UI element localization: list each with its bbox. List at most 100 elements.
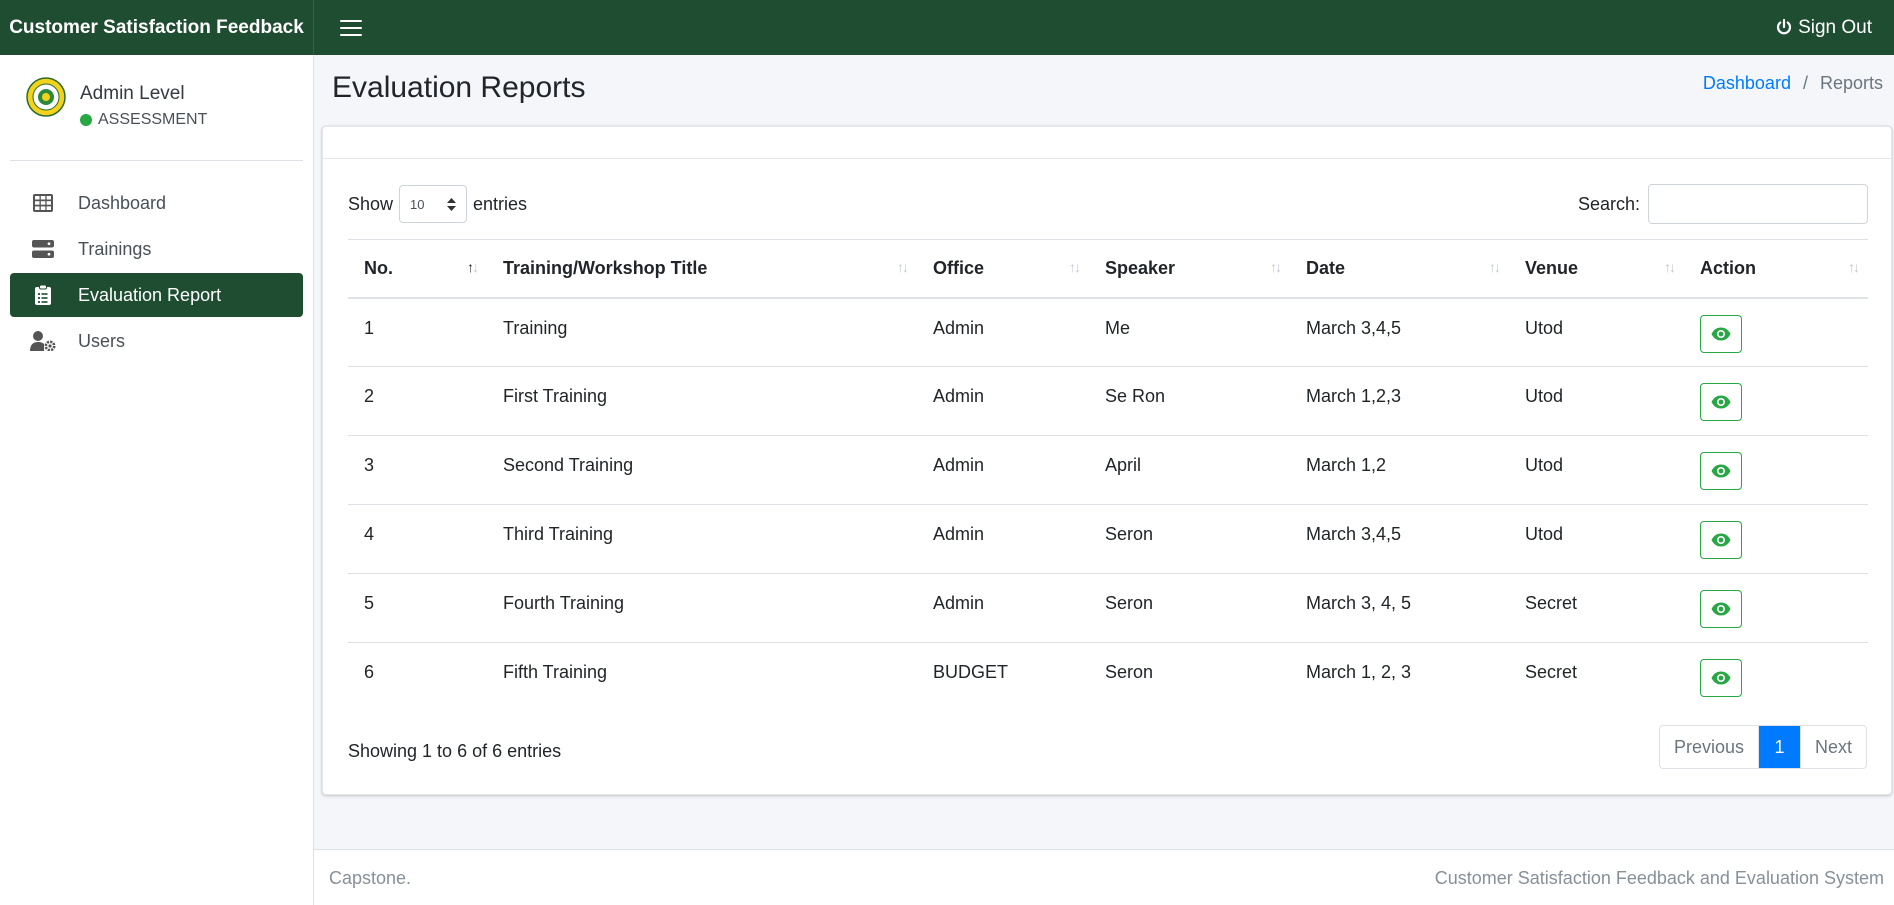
view-report-button[interactable] <box>1700 314 1742 353</box>
pagination-next[interactable]: Next <box>1801 726 1866 768</box>
user-gear-icon <box>30 328 56 354</box>
table-icon <box>30 190 56 216</box>
pagination-previous[interactable]: Previous <box>1660 726 1759 768</box>
organization-logo <box>26 77 66 117</box>
column-header-office[interactable]: Office ↑↓ <box>917 239 1089 299</box>
table-cell: BUDGET <box>933 662 1009 682</box>
table-row: 1 Training Admin Me March 3,4,5 Utod <box>348 297 1868 367</box>
table-cell: March 3,4,5 <box>1290 504 1509 574</box>
sidebar: Admin Level ASSESSMENT Dashboard Trainin… <box>0 55 314 905</box>
view-report-button[interactable] <box>1700 452 1742 490</box>
top-navbar: Customer Satisfaction Feedback Sign Out <box>0 0 1894 55</box>
table-row: 5 Fourth Training Admin Seron March 3, 4, 5S… <box>348 573 1868 643</box>
column-header-speaker[interactable]: Speaker ↑↓ <box>1089 239 1290 299</box>
sort-icon: ↑↓ <box>1069 259 1081 275</box>
action-cell <box>1684 366 1868 436</box>
eye-icon <box>1711 327 1731 340</box>
sort-icon: ↑↓ <box>897 259 909 275</box>
entries-label: entries <box>473 193 528 214</box>
table-cell: 2 <box>348 366 487 436</box>
action-cell <box>1684 297 1868 367</box>
menu-toggle-icon[interactable] <box>340 19 362 36</box>
table-cell: Fourth Training <box>487 573 917 643</box>
sort-icon: ↑↓ <box>1664 259 1676 275</box>
table-info: Showing 1 to 6 of 6 entries <box>348 741 562 761</box>
sign-out-label: Sign Out <box>1798 16 1872 38</box>
sidebar-item-dashboard[interactable]: Dashboard <box>10 181 303 225</box>
table-body: 1 Training Admin Me March 3,4,5 Utod 2 First Tr… <box>348 297 1868 712</box>
entries-length-control: Show 10 entries <box>348 184 527 224</box>
reports-table: No. ↑↓ Training/Workshop Title ↑↓ Office ↑↓… <box>348 239 1868 712</box>
page-title: Evaluation Reports <box>332 71 586 104</box>
column-header-action[interactable]: Action ↑↓ <box>1684 239 1868 299</box>
column-header-title[interactable]: Training/Workshop Title ↑↓ <box>487 239 917 299</box>
table-cell: March 1,2 <box>1290 435 1509 505</box>
entries-select[interactable]: 10 <box>399 185 468 223</box>
table-cell: 6 <box>364 662 375 682</box>
table-cell: 1 <box>348 297 487 367</box>
sidebar-item-users[interactable]: Users <box>10 319 303 363</box>
sidebar-item-trainings[interactable]: Trainings <box>10 227 303 271</box>
table-row: 3 Second Training Admin April March 1,2 Utod <box>348 435 1868 505</box>
table-cell: March 1, 2, 3 <box>1306 662 1412 682</box>
table-row: 6 Fifth Training BUDGET Seron March 1, 2, 3 S… <box>348 643 1868 712</box>
table-cell: Seron <box>1089 504 1290 574</box>
search-input[interactable] <box>1648 184 1868 224</box>
page-footer: Capstone. Customer Satisfaction Feedback… <box>314 849 1894 905</box>
breadcrumb: Dashboard / Reports <box>1703 73 1883 94</box>
sign-out-button[interactable]: Sign Out <box>1776 0 1872 55</box>
search-label: Search: <box>1577 193 1640 214</box>
table-cell: March 3,4,5 <box>1290 297 1509 367</box>
table-cell: Utod <box>1509 504 1684 574</box>
column-header-date[interactable]: Date ↑↓ <box>1290 239 1509 299</box>
sidebar-item-label: Trainings <box>78 238 152 259</box>
table-cell: Seron <box>1089 573 1290 643</box>
table-cell: Admin <box>917 573 1089 643</box>
entries-value: 10 <box>410 196 425 212</box>
sort-updown-icon <box>447 197 457 211</box>
view-report-button[interactable] <box>1700 521 1742 559</box>
table-cell: March 1,2,3 <box>1290 366 1509 436</box>
eye-icon <box>1711 464 1731 478</box>
table-row: 2 First Training Admin Se Ron March 1,2,3 Uto… <box>348 366 1868 436</box>
table-cell: Training <box>487 297 917 367</box>
column-header-no[interactable]: No. ↑↓ <box>348 239 487 299</box>
pagination: Previous 1 Next <box>1658 725 1867 769</box>
sort-icon: ↑↓ <box>1489 259 1501 275</box>
table-row: 4 Third Training Admin Seron March 3,4,5 Utod <box>348 504 1868 574</box>
table-cell: First Training <box>487 366 917 436</box>
reports-card: Show 10 entries Search: No. ↑↓ Training/W… <box>322 126 1892 795</box>
power-icon <box>1776 19 1792 35</box>
view-report-button[interactable] <box>1700 659 1742 697</box>
view-report-button[interactable] <box>1700 383 1742 421</box>
table-cell: Fifth Training <box>503 662 608 682</box>
table-cell: Utod <box>1509 435 1684 505</box>
sort-icon: ↑↓ <box>1848 259 1860 275</box>
table-cell: Second Training <box>487 435 917 505</box>
user-name[interactable]: Admin Level <box>80 83 207 105</box>
action-cell <box>1684 573 1868 643</box>
eye-icon <box>1711 533 1731 547</box>
table-cell: 5 <box>348 573 487 643</box>
view-report-button[interactable] <box>1700 590 1742 628</box>
eye-icon <box>1711 602 1731 616</box>
sidebar-item-label: Users <box>78 330 126 351</box>
breadcrumb-separator: / <box>1802 73 1808 93</box>
app-brand[interactable]: Customer Satisfaction Feedback <box>0 0 314 55</box>
table-cell: Third Training <box>487 504 917 574</box>
footer-left-text: Capstone. <box>329 868 412 888</box>
table-cell: March 3, 4, 5 <box>1290 573 1509 643</box>
breadcrumb-dashboard-link[interactable]: Dashboard <box>1703 73 1791 94</box>
pagination-page-1[interactable]: 1 <box>1758 726 1801 768</box>
user-status: ASSESSMENT <box>80 111 207 129</box>
table-cell: April <box>1089 435 1290 505</box>
sidebar-item-evaluation-report[interactable]: Evaluation Report <box>10 273 303 317</box>
sidebar-item-label: Dashboard <box>78 192 167 213</box>
footer-right-text: Customer Satisfaction Feedback and Evalu… <box>1434 868 1884 888</box>
table-cell: Admin <box>917 435 1089 505</box>
action-cell <box>1684 435 1868 505</box>
table-cell: Utod <box>1509 297 1684 367</box>
sort-icon: ↑↓ <box>1270 259 1282 275</box>
action-cell <box>1684 504 1868 574</box>
column-header-venue[interactable]: Venue ↑↓ <box>1509 239 1684 299</box>
